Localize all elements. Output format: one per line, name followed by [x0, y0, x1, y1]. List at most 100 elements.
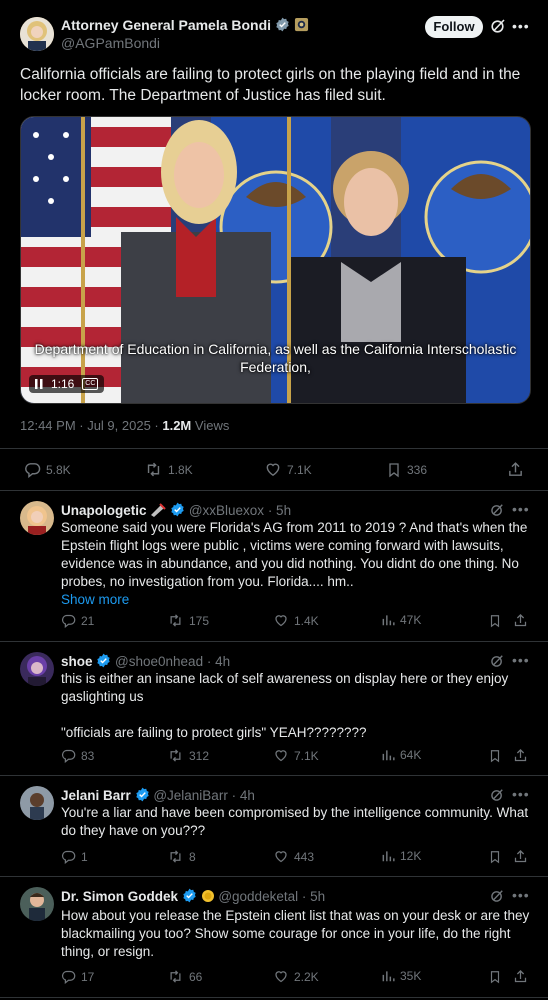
share-button[interactable] — [513, 748, 528, 763]
reply-time[interactable]: · 5h — [302, 889, 325, 904]
like-button[interactable]: 7.1K — [264, 461, 312, 478]
reply-post[interactable]: shoe @shoe0nhead · 4h ••• this is either… — [0, 642, 548, 776]
views-button[interactable]: 12K — [381, 849, 421, 863]
repost-button[interactable]: 175 — [167, 613, 209, 628]
repost-button[interactable]: 312 — [167, 748, 209, 763]
like-count: 1.4K — [294, 613, 319, 628]
author-name[interactable]: Attorney General Pamela Bondi — [61, 17, 271, 33]
video-player[interactable]: Department of Education in California, a… — [20, 116, 531, 404]
share-icon — [507, 461, 524, 478]
bookmark-button[interactable] — [488, 613, 502, 629]
reply-button[interactable]: 5.8K — [24, 461, 71, 478]
like-icon — [273, 849, 289, 864]
reply-author-row[interactable]: shoe @shoe0nhead · 4h — [61, 653, 230, 669]
like-button[interactable]: 1.4K — [273, 613, 319, 628]
more-icon[interactable]: ••• — [512, 18, 530, 34]
like-button[interactable]: 7.1K — [273, 748, 319, 763]
share-button[interactable] — [507, 461, 524, 478]
reply-avatar[interactable] — [20, 887, 54, 921]
reply-avatar[interactable] — [20, 786, 54, 820]
captions-toggle-icon[interactable]: CC — [82, 378, 99, 390]
bookmark-button[interactable] — [488, 849, 502, 865]
reply-button[interactable]: 1 — [61, 849, 88, 864]
caption-line-1: Department of Education in California, a… — [34, 341, 517, 357]
reply-actions: 83 312 7.1K 64K — [61, 748, 531, 768]
repost-icon — [144, 461, 163, 478]
reply-icon — [61, 613, 76, 628]
bookmark-icon — [488, 849, 502, 865]
repost-button[interactable]: 66 — [167, 969, 202, 984]
reply-handle[interactable]: @shoe0nhead — [115, 654, 203, 669]
reply-handle[interactable]: @JelaniBarr — [153, 788, 227, 803]
reply-actions: 21 175 1.4K 47K — [61, 613, 531, 633]
grok-icon[interactable] — [490, 889, 504, 903]
reply-author-name[interactable]: Dr. Simon Goddek — [61, 889, 178, 904]
like-count: 7.1K — [287, 462, 312, 477]
author-name-row[interactable]: Attorney General Pamela Bondi — [61, 17, 309, 33]
bookmark-button[interactable]: 336 — [386, 461, 427, 479]
reply-handle[interactable]: @xxBluexox — [189, 503, 264, 518]
reply-count: 1 — [81, 849, 88, 864]
author-avatar[interactable] — [20, 17, 54, 51]
more-icon[interactable]: ••• — [512, 887, 530, 903]
reply-time[interactable]: · 5h — [268, 503, 291, 518]
reply-count: 21 — [81, 613, 95, 628]
follow-button[interactable]: Follow — [425, 16, 483, 38]
reply-author-row[interactable]: Unapologetic @xxBluexox · 5h — [61, 502, 291, 518]
bookmark-button[interactable] — [488, 969, 502, 985]
reply-button[interactable]: 21 — [61, 613, 94, 628]
like-button[interactable]: 2.2K — [273, 969, 319, 984]
views-icon — [381, 613, 395, 627]
reply-author-row[interactable]: Dr. Simon Goddek @goddeketal · 5h — [61, 888, 325, 904]
reply-avatar[interactable] — [20, 652, 54, 686]
reply-post[interactable]: Unapologetic @xxBluexox · 5h ••• Someone… — [0, 491, 548, 642]
reply-text-body: Someone said you were Florida's AG from … — [61, 520, 528, 589]
like-button[interactable]: 443 — [273, 849, 314, 864]
repost-button[interactable]: 8 — [167, 849, 196, 864]
reply-author-name[interactable]: Jelani Barr — [61, 788, 131, 803]
reply-time[interactable]: · 4h — [232, 788, 255, 803]
more-icon[interactable]: ••• — [512, 786, 530, 802]
reply-handle[interactable]: @goddeketal — [218, 889, 298, 904]
more-icon[interactable]: ••• — [512, 501, 530, 517]
more-icon[interactable]: ••• — [512, 652, 530, 668]
views-button[interactable]: 35K — [381, 969, 421, 983]
reply-author-name[interactable]: shoe — [61, 654, 93, 669]
repost-count: 175 — [189, 613, 210, 628]
reply-author-name[interactable]: Unapologetic — [61, 503, 147, 518]
post-timestamp[interactable]: 12:44 PM · Jul 9, 2025 · — [20, 418, 162, 433]
reply-author-row[interactable]: Jelani Barr @JelaniBarr · 4h — [61, 787, 255, 803]
bookmark-count: 336 — [407, 463, 428, 477]
share-icon — [513, 748, 528, 763]
reply-post[interactable]: Jelani Barr @JelaniBarr · 4h ••• You're … — [0, 776, 548, 877]
reply-time[interactable]: · 4h — [207, 654, 230, 669]
gold-coin-icon — [201, 889, 215, 903]
share-button[interactable] — [513, 969, 528, 984]
like-icon — [273, 969, 289, 984]
reply-avatar[interactable] — [20, 501, 54, 535]
grok-icon[interactable] — [490, 18, 506, 34]
bookmark-icon — [488, 613, 502, 629]
bookmark-icon — [386, 461, 402, 479]
pause-icon[interactable] — [35, 379, 43, 389]
show-more-link[interactable]: Show more — [61, 592, 129, 607]
grok-icon[interactable] — [490, 503, 504, 517]
reply-count: 17 — [81, 969, 95, 984]
like-icon — [273, 613, 289, 628]
share-button[interactable] — [513, 613, 528, 628]
grok-icon[interactable] — [490, 654, 504, 668]
bookmark-button[interactable] — [488, 748, 502, 764]
reply-button[interactable]: 17 — [61, 969, 94, 984]
video-controls: 1:16 CC — [29, 375, 105, 393]
views-icon — [381, 969, 395, 983]
author-handle[interactable]: @AGPamBondi — [61, 35, 160, 51]
share-icon — [513, 613, 528, 628]
views-button[interactable]: 47K — [381, 613, 421, 627]
reply-button[interactable]: 83 — [61, 748, 94, 763]
repost-button[interactable]: 1.8K — [144, 461, 193, 478]
reply-post[interactable]: Dr. Simon Goddek @goddeketal · 5h ••• Ho… — [0, 877, 548, 998]
share-button[interactable] — [513, 849, 528, 864]
views-button[interactable]: 64K — [381, 748, 421, 762]
views-label: Views — [194, 418, 230, 433]
grok-icon[interactable] — [490, 788, 504, 802]
